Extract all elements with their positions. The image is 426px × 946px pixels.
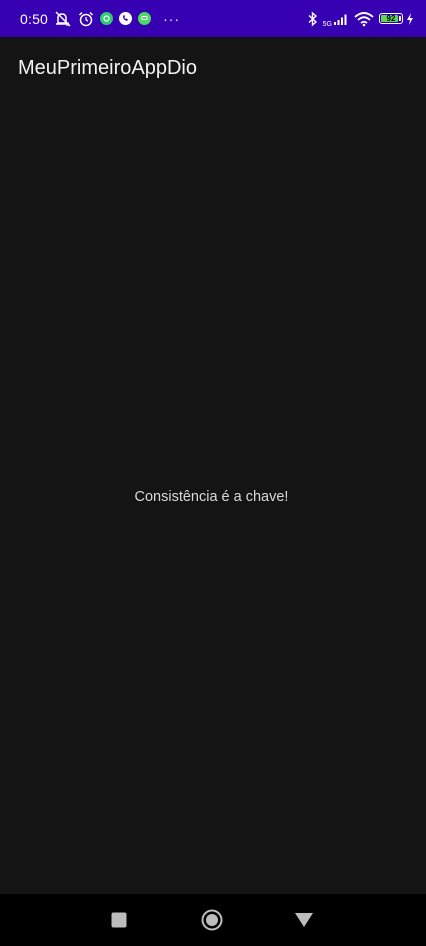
status-bar: 0:50 z ··· 5G 92	[0, 0, 426, 37]
status-time: 0:50	[20, 10, 49, 27]
message-text: Consistência é a chave!	[134, 488, 289, 505]
battery-level: 92	[386, 14, 396, 23]
network-type-label: 5G	[322, 20, 332, 28]
main-content: Consistência é a chave!	[0, 99, 426, 894]
app-notification-green-icon	[100, 12, 114, 25]
more-notifications-indicator: ···	[163, 10, 181, 27]
app-title: MeuPrimeiroAppDio	[18, 56, 197, 79]
recents-button[interactable]	[94, 894, 144, 946]
mute-icon: z	[54, 10, 72, 27]
bluetooth-icon	[308, 10, 318, 27]
whatsapp-icon	[119, 12, 133, 25]
signal-icon	[333, 12, 349, 26]
messenger-icon	[138, 12, 152, 25]
navigation-bar	[0, 894, 426, 946]
app-screen: 0:50 z ··· 5G 92 MeuPrimeiroAppDio Consi…	[0, 0, 426, 946]
home-button[interactable]	[187, 894, 237, 946]
back-triangle-icon	[295, 913, 313, 927]
app-bar: MeuPrimeiroAppDio	[0, 37, 426, 99]
status-left-group: 0:50 z ···	[20, 11, 180, 27]
recents-square-icon	[111, 912, 127, 928]
wifi-icon	[354, 11, 374, 27]
alarm-icon	[78, 11, 94, 27]
charging-icon	[406, 12, 414, 25]
status-right-group: 5G 92	[308, 10, 414, 28]
home-circle-icon	[201, 909, 223, 931]
back-button[interactable]	[279, 894, 329, 946]
svg-text:z: z	[66, 21, 69, 27]
battery-icon: 92	[379, 13, 403, 24]
